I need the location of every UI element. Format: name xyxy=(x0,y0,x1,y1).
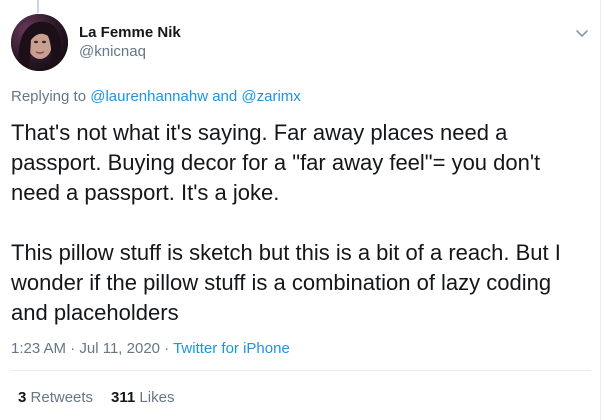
replying-to: Replying to @laurenhannahw and @zarimx xyxy=(11,87,301,107)
retweets-count: 3 xyxy=(18,389,27,406)
likes-count: 311 xyxy=(111,389,136,406)
avatar[interactable] xyxy=(11,14,68,71)
author-names: La Femme Nik @knicnaq xyxy=(79,24,181,62)
mention-laurenhannahw[interactable]: @laurenhannahw xyxy=(90,88,208,105)
tweet-header: La Femme Nik @knicnaq xyxy=(11,14,591,74)
retweets-label: Retweets xyxy=(30,389,94,406)
replying-prefix: Replying to xyxy=(11,88,91,105)
divider xyxy=(11,370,591,371)
chevron-down-icon[interactable] xyxy=(573,24,591,42)
handle[interactable]: @knicnaq xyxy=(79,42,181,62)
tweet-stats: 3 Retweets 311 Likes xyxy=(18,388,174,408)
mention-zarimx[interactable]: @zarimx xyxy=(241,88,300,105)
display-name[interactable]: La Femme Nik xyxy=(79,24,181,42)
meta-separator: · xyxy=(66,340,80,357)
likes-label: Likes xyxy=(139,389,175,406)
tweet-date[interactable]: Jul 11, 2020 xyxy=(79,340,160,357)
tweet: La Femme Nik @knicnaq Replying to @laure… xyxy=(0,0,601,420)
replying-conjunction: and xyxy=(208,88,242,105)
tweet-meta: 1:23 AM · Jul 11, 2020 · Twitter for iPh… xyxy=(11,339,290,359)
tweet-source[interactable]: Twitter for iPhone xyxy=(173,340,290,357)
tweet-time[interactable]: 1:23 AM xyxy=(11,340,66,357)
tweet-text: That's not what it's saying. Far away pl… xyxy=(11,118,571,328)
tweet-paragraph-2: This pillow stuff is sketch but this is … xyxy=(11,240,561,325)
tweet-paragraph-1: That's not what it's saying. Far away pl… xyxy=(11,120,541,205)
meta-separator: · xyxy=(160,340,174,357)
likes-stat[interactable]: 311 Likes xyxy=(111,389,174,406)
avatar-image xyxy=(11,14,68,71)
retweets-stat[interactable]: 3 Retweets xyxy=(18,389,93,406)
